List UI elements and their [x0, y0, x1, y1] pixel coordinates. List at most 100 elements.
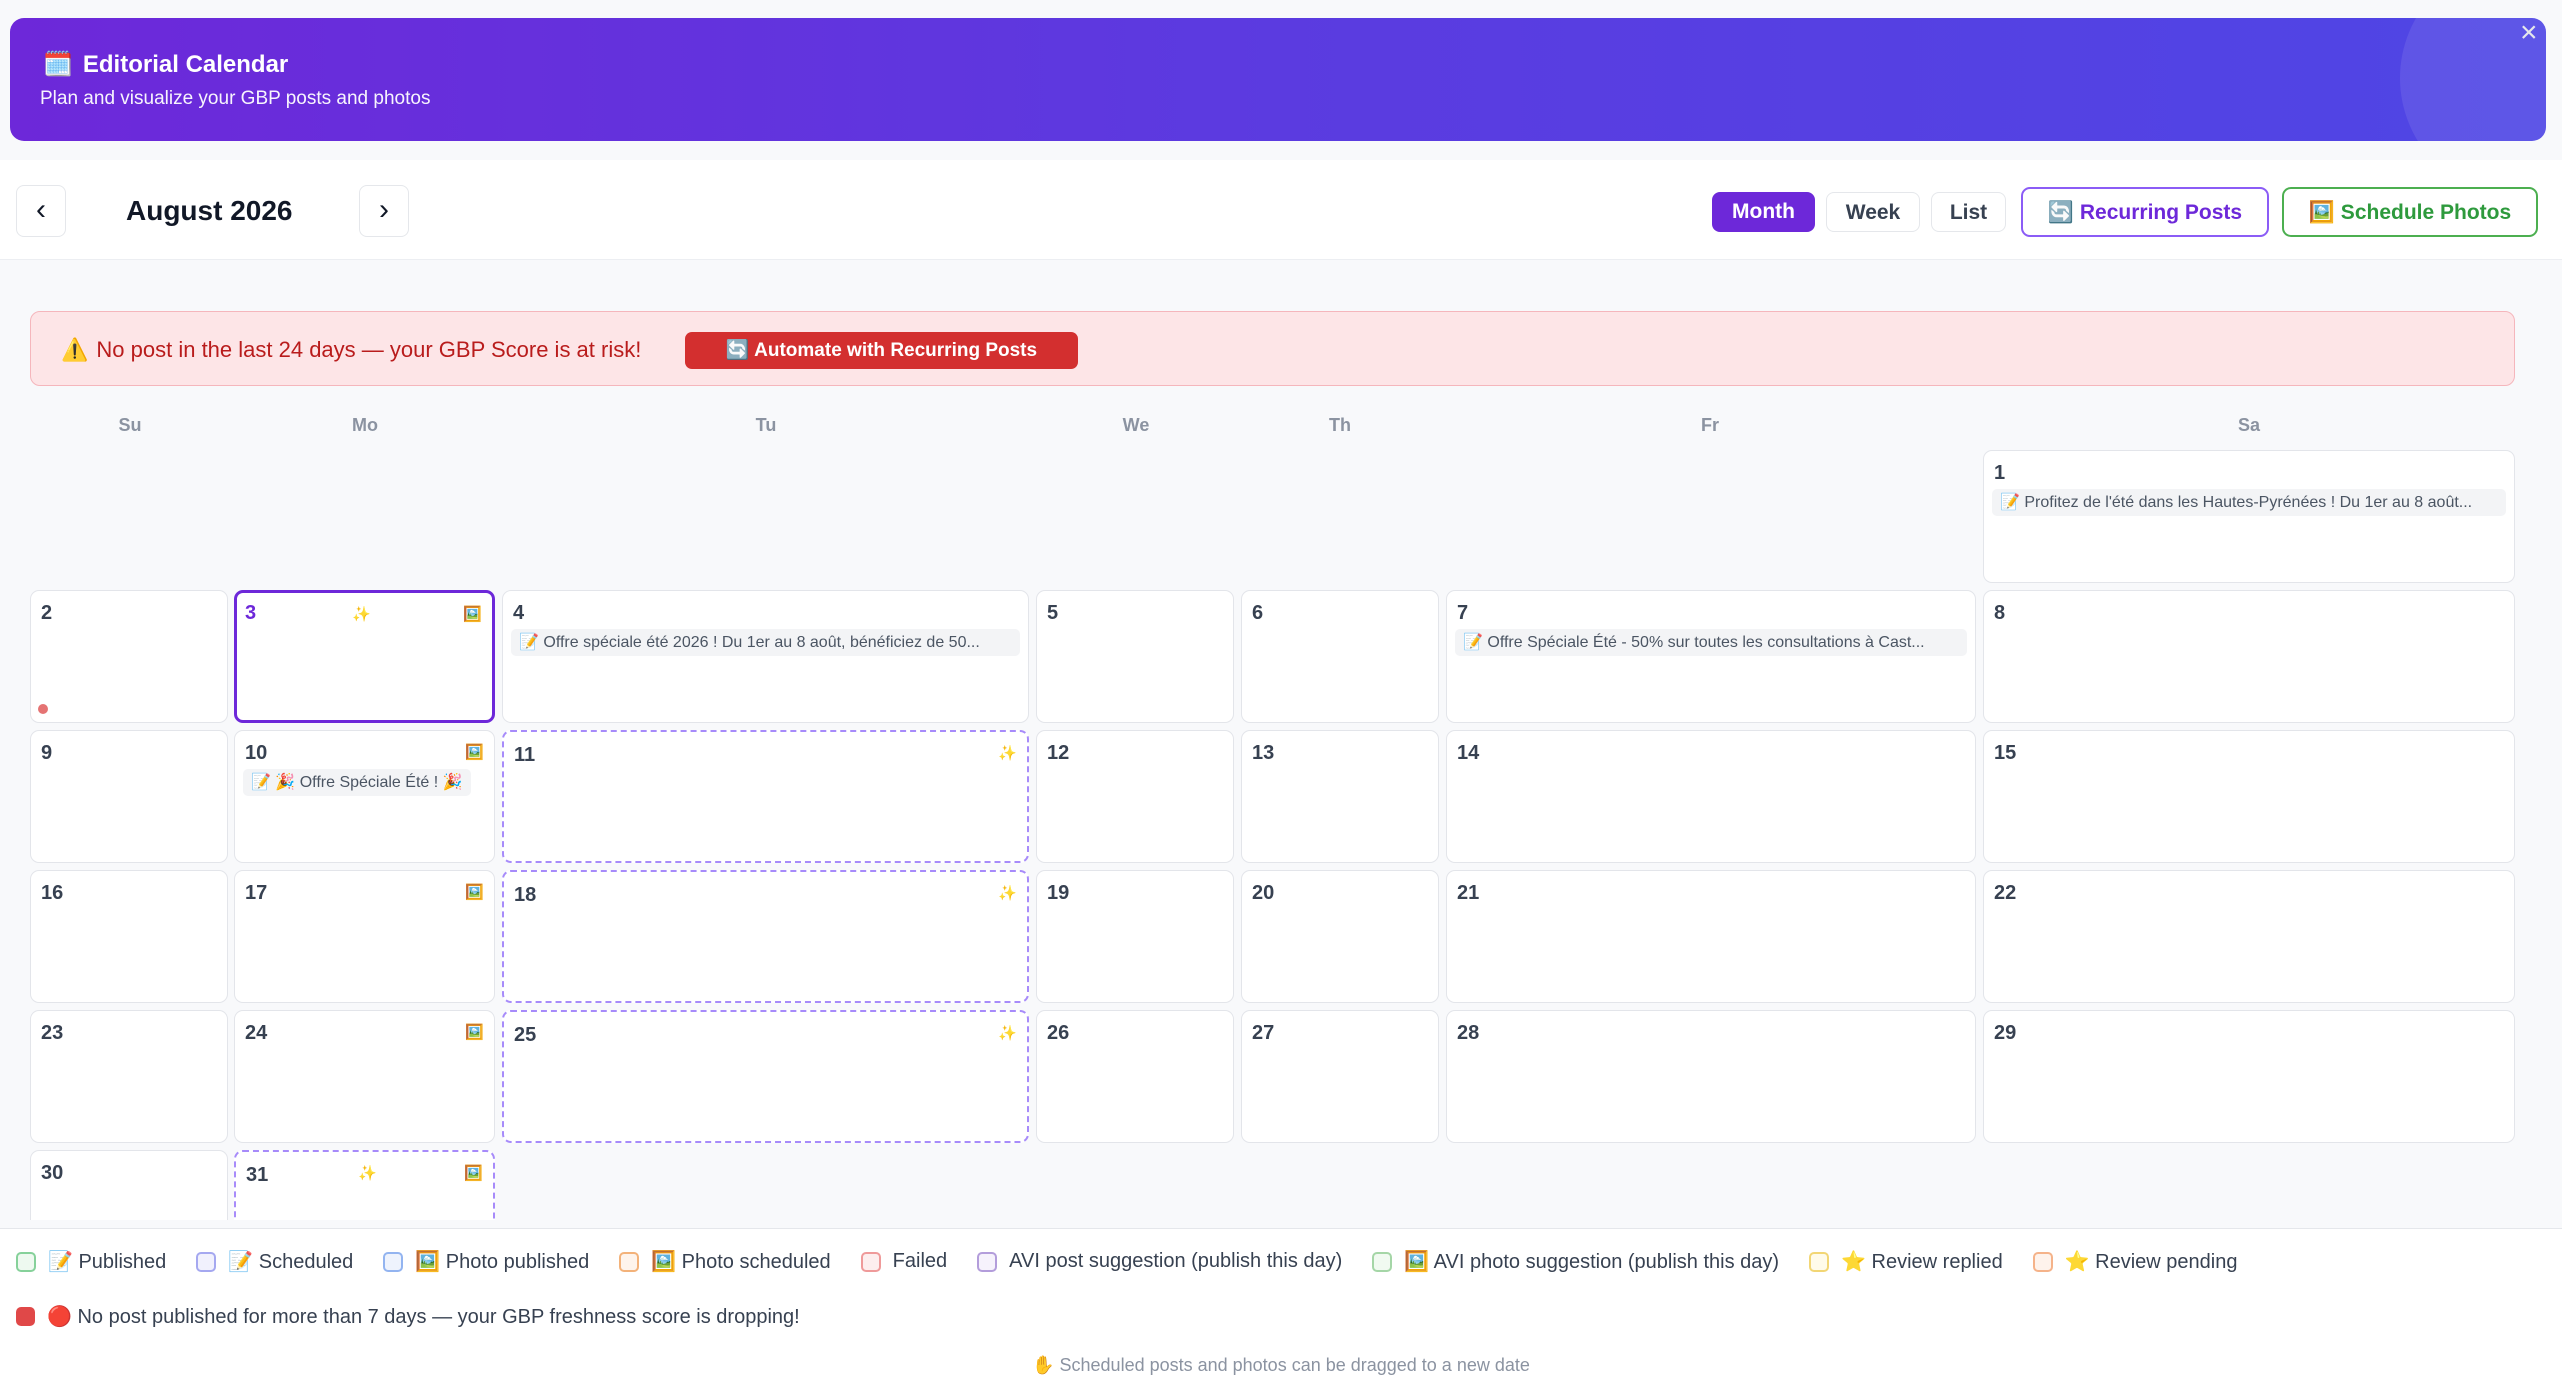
day-cell[interactable]: 15	[1983, 730, 2515, 863]
day-cell[interactable]: 13	[1241, 730, 1439, 863]
legend-failed: Failed	[860, 1250, 947, 1273]
legend-swatch	[2032, 1251, 2053, 1272]
day-cell[interactable]: 1 📝 Profitez de l'été dans les Hautes-Py…	[1983, 450, 2515, 583]
day-cell-suggestion[interactable]: 31 ✨ 🖼️	[234, 1150, 495, 1220]
photo-icon: 🖼️	[464, 1165, 483, 1182]
legend-label: 🖼️ AVI photo suggestion (publish this da…	[1404, 1251, 1780, 1273]
day-number: 17	[245, 882, 268, 904]
day-number: 14	[1457, 742, 1480, 764]
day-cell-suggestion[interactable]: 18 ✨	[502, 870, 1029, 1003]
post-event[interactable]: 📝 Profitez de l'été dans les Hautes-Pyré…	[1992, 489, 2506, 516]
post-event[interactable]: 📝 Offre Spéciale Été - 50% sur toutes le…	[1455, 629, 1967, 656]
legend-review-pending: ⭐ Review pending	[2032, 1249, 2238, 1274]
day-cell-suggestion[interactable]: 25 ✨	[502, 1010, 1029, 1143]
alert-text: No post in the last 24 days — your GBP S…	[96, 337, 642, 362]
alert-message: ⚠️ No post in the last 24 days — your GB…	[61, 337, 641, 363]
legend-avi-post-suggestion: AVI post suggestion (publish this day)	[977, 1250, 1342, 1273]
day-number: 26	[1047, 1022, 1070, 1044]
close-icon[interactable]: ×	[2520, 18, 2538, 48]
day-cell[interactable]: 23	[30, 1010, 228, 1143]
view-list-button[interactable]: List	[1931, 192, 2006, 232]
legend-photo-published: 🖼️ Photo published	[383, 1249, 589, 1274]
day-number: 18	[514, 884, 537, 906]
calendar-legend: 📝 Published 📝 Scheduled 🖼️ Photo publish…	[0, 1228, 2562, 1380]
day-cell[interactable]: 7 📝 Offre Spéciale Été - 50% sur toutes …	[1446, 590, 1976, 723]
legend-label: ⭐ Review replied	[1841, 1251, 2003, 1273]
day-number: 27	[1252, 1022, 1275, 1044]
day-number: 12	[1047, 742, 1070, 764]
legend-label: 📝 Scheduled	[228, 1251, 354, 1273]
no-post-warning-dot	[38, 704, 48, 714]
day-number: 7	[1457, 602, 1469, 624]
day-number: 22	[1994, 882, 2017, 904]
day-cell-suggestion[interactable]: 11 ✨	[502, 730, 1029, 863]
drag-hint: ✋ Scheduled posts and photos can be drag…	[1032, 1355, 1530, 1375]
day-number: 4	[513, 602, 525, 624]
day-number: 16	[41, 882, 64, 904]
calendar-toolbar: ‹ August 2026 › Month Week List 🔄 Recurr…	[0, 160, 2562, 260]
automate-recurring-button[interactable]: 🔄 Automate with Recurring Posts	[685, 332, 1078, 369]
recurring-posts-button[interactable]: 🔄 Recurring Posts	[2021, 187, 2269, 237]
prev-month-button[interactable]: ‹	[16, 185, 66, 237]
day-cell[interactable]: 4 📝 Offre spéciale été 2026 ! Du 1er au …	[502, 590, 1029, 723]
legend-swatch	[1809, 1251, 1830, 1272]
day-cell-today[interactable]: 3 ✨ 🖼️	[234, 590, 495, 723]
day-cell[interactable]: 6	[1241, 590, 1439, 723]
weekday-header-sa: Sa	[2237, 415, 2261, 435]
legend-swatch	[977, 1251, 998, 1272]
legend-label: 🖼️ Photo scheduled	[651, 1251, 831, 1273]
legend-avi-photo-suggestion: 🖼️ AVI photo suggestion (publish this da…	[1372, 1249, 1779, 1274]
day-cell[interactable]: 10 🖼️ 📝 🎉 Offre Spéciale Été ! 🎉	[234, 730, 495, 863]
day-cell[interactable]: 5	[1036, 590, 1234, 723]
legend-photo-scheduled: 🖼️ Photo scheduled	[619, 1249, 831, 1274]
photo-icon: 🖼️	[465, 1024, 484, 1041]
day-number: 9	[41, 742, 53, 764]
day-cell[interactable]: 8	[1983, 590, 2515, 723]
day-cell[interactable]: 26	[1036, 1010, 1234, 1143]
day-cell[interactable]: 27	[1241, 1010, 1439, 1143]
day-cell[interactable]: 28	[1446, 1010, 1976, 1143]
legend-label: AVI post suggestion (publish this day)	[1009, 1250, 1343, 1272]
day-number: 5	[1047, 602, 1059, 624]
weekday-header-we: We	[1122, 415, 1150, 435]
sparkle-icon: ✨	[998, 885, 1017, 902]
day-cell[interactable]: 22	[1983, 870, 2515, 1003]
day-cell[interactable]: 12	[1036, 730, 1234, 863]
day-cell[interactable]: 16	[30, 870, 228, 1003]
day-number: 11	[514, 744, 536, 766]
day-number: 6	[1252, 602, 1264, 624]
legend-label: ⭐ Review pending	[2064, 1251, 2238, 1273]
day-cell[interactable]: 17 🖼️	[234, 870, 495, 1003]
day-number: 20	[1252, 882, 1275, 904]
view-week-button[interactable]: Week	[1826, 192, 1920, 232]
day-number: 19	[1047, 882, 1070, 904]
day-number: 1	[1994, 462, 2006, 484]
day-cell[interactable]: 30	[30, 1150, 228, 1220]
day-cell[interactable]: 19	[1036, 870, 1234, 1003]
day-cell[interactable]: 2	[30, 590, 228, 723]
sparkle-icon: ✨	[998, 745, 1017, 762]
day-number: 10	[245, 742, 268, 764]
gbp-risk-alert: ⚠️ No post in the last 24 days — your GB…	[30, 311, 2515, 386]
day-number: 28	[1457, 1022, 1480, 1044]
post-event[interactable]: 📝 🎉 Offre Spéciale Été ! 🎉	[243, 769, 471, 796]
day-cell[interactable]: 21	[1446, 870, 1976, 1003]
freshness-warning-text: 🔴 No post published for more than 7 days…	[47, 1306, 800, 1328]
next-month-button[interactable]: ›	[359, 185, 409, 237]
day-cell[interactable]: 29	[1983, 1010, 2515, 1143]
freshness-warning: 🔴 No post published for more than 7 days…	[16, 1304, 800, 1329]
day-number: 21	[1457, 882, 1480, 904]
weekday-header-mo: Mo	[352, 415, 378, 435]
sparkle-icon: ✨	[358, 1165, 377, 1182]
schedule-photos-button[interactable]: 🖼️ Schedule Photos	[2282, 187, 2538, 237]
day-number: 23	[41, 1022, 64, 1044]
day-cell[interactable]: 9	[30, 730, 228, 863]
day-cell[interactable]: 20	[1241, 870, 1439, 1003]
post-event[interactable]: 📝 Offre spéciale été 2026 ! Du 1er au 8 …	[511, 629, 1020, 656]
day-cell[interactable]: 14	[1446, 730, 1976, 863]
day-number: 29	[1994, 1022, 2017, 1044]
page-title-text: Editorial Calendar	[82, 50, 289, 78]
view-month-button[interactable]: Month	[1712, 192, 1815, 232]
legend-items: 📝 Published 📝 Scheduled 🖼️ Photo publish…	[16, 1249, 2267, 1274]
day-cell[interactable]: 24 🖼️	[234, 1010, 495, 1143]
